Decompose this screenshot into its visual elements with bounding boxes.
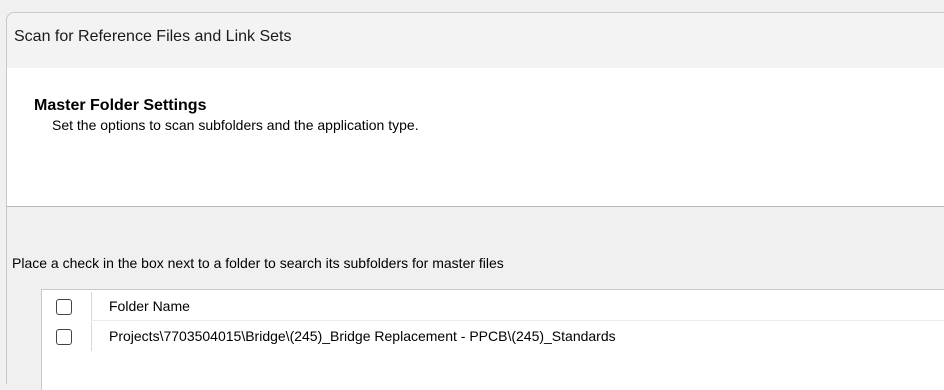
header-divider [92, 320, 944, 321]
row-check-cell [42, 322, 92, 351]
page-heading: Master Folder Settings [34, 97, 207, 114]
wizard-body-panel: Place a check in the box next to a folde… [7, 207, 944, 390]
folder-name-column-header[interactable]: Folder Name [109, 298, 190, 314]
row-checkbox[interactable] [56, 329, 72, 345]
instruction-label: Place a check in the box next to a folde… [12, 255, 504, 271]
dialog-window: Scan for Reference Files and Link Sets M… [6, 12, 944, 390]
header-check-cell [42, 292, 92, 321]
folder-name-cell: Projects\7703504015\Bridge\(245)_Bridge … [109, 328, 616, 344]
table-row[interactable]: Projects\7703504015\Bridge\(245)_Bridge … [42, 322, 944, 351]
grid-header-row: Folder Name [42, 292, 944, 321]
title-bar[interactable]: Scan for Reference Files and Link Sets [7, 13, 944, 68]
window-title: Scan for Reference Files and Link Sets [14, 28, 292, 45]
wizard-header-panel: Master Folder Settings Set the options t… [7, 68, 944, 207]
page-subtitle: Set the options to scan subfolders and t… [52, 117, 419, 133]
select-all-checkbox[interactable] [56, 299, 72, 315]
folder-grid[interactable]: Folder Name Projects\7703504015\Bridge\(… [41, 289, 944, 390]
